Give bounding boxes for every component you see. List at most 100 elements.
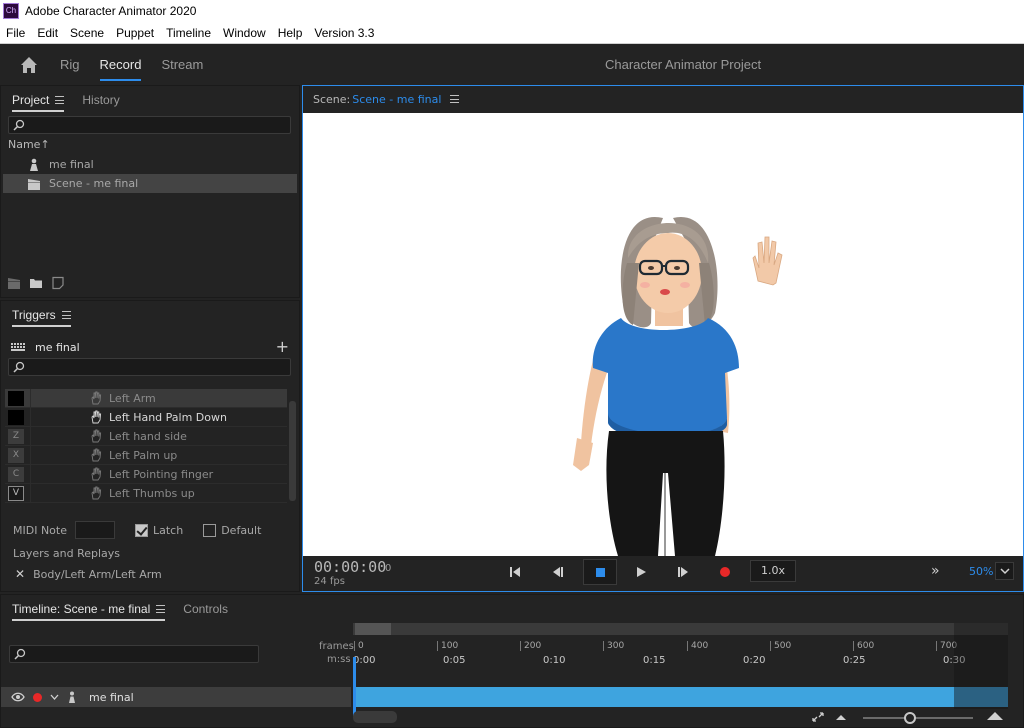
remove-layer-icon[interactable]: ✕	[15, 567, 25, 581]
zoom-dropdown[interactable]	[995, 562, 1014, 580]
trigger-key[interactable]: Z	[8, 428, 24, 444]
trigger-key[interactable]: X	[8, 447, 24, 463]
trigger-puppet-name: me final	[35, 340, 80, 354]
default-label: Default	[221, 523, 262, 537]
tab-controls[interactable]: Controls	[183, 595, 228, 623]
eye-icon[interactable]	[11, 692, 25, 702]
frame-tick: 0	[354, 641, 364, 651]
window-title: Adobe Character Animator 2020	[25, 4, 197, 18]
layer-entry: ✕ Body/Left Arm/Left Arm	[15, 567, 162, 581]
trigger-row[interactable]: Left Arm	[5, 389, 287, 408]
project-search-input[interactable]	[8, 116, 291, 134]
menu-version[interactable]: Version 3.3	[308, 26, 380, 40]
trigger-label: Left hand side	[109, 429, 187, 443]
scene-label: Scene:	[313, 92, 351, 106]
menu-file[interactable]: File	[0, 26, 31, 40]
search-icon	[13, 361, 25, 373]
go-to-start-icon[interactable]	[508, 565, 522, 579]
puppet-icon	[30, 158, 38, 171]
zoom-level[interactable]: 50%	[969, 565, 993, 578]
tab-stream[interactable]: Stream	[161, 45, 203, 85]
timeline-zoom-slider[interactable]	[863, 717, 973, 719]
stop-button[interactable]	[583, 559, 617, 585]
timeline-search-input[interactable]	[9, 645, 259, 663]
menu-puppet[interactable]: Puppet	[110, 26, 160, 40]
menu-edit[interactable]: Edit	[31, 26, 64, 40]
timeline-tab-label: Timeline: Scene - me final	[12, 602, 151, 616]
workspace-bar: Rig Record Stream Character Animator Pro…	[0, 45, 1024, 85]
latch-label: Latch	[153, 523, 184, 537]
trigger-key[interactable]: C	[8, 466, 24, 482]
menu-scene[interactable]: Scene	[64, 26, 110, 40]
tab-history[interactable]: History	[82, 86, 119, 114]
playhead[interactable]	[353, 657, 356, 717]
trigger-label: Left Thumbs up	[109, 486, 195, 500]
name-column-header[interactable]: Name↑	[8, 138, 50, 151]
record-button[interactable]	[720, 567, 730, 577]
latch-checkbox[interactable]	[135, 523, 148, 537]
row-divider	[30, 427, 31, 445]
expand-icon[interactable]	[811, 711, 825, 723]
trigger-row[interactable]: C Left Pointing finger	[5, 465, 287, 484]
scene-stage[interactable]	[303, 113, 1023, 556]
trigger-key[interactable]	[8, 409, 24, 425]
project-item-scene[interactable]: Scene - me final	[3, 174, 297, 193]
project-item-puppet[interactable]: me final	[3, 155, 297, 174]
default-checkbox[interactable]	[203, 523, 217, 537]
frame-tick: 500	[770, 641, 791, 651]
timecode[interactable]: 00:00:00	[314, 558, 386, 576]
trigger-row[interactable]: X Left Palm up	[5, 446, 287, 465]
play-icon[interactable]	[634, 565, 648, 579]
playback-speed-button[interactable]: 1.0x	[750, 560, 796, 582]
step-back-icon[interactable]	[551, 565, 565, 579]
add-trigger-button[interactable]: +	[276, 337, 289, 356]
panel-menu-icon[interactable]	[450, 95, 460, 103]
new-item-icon[interactable]	[51, 276, 65, 290]
midi-note-input[interactable]	[75, 521, 115, 539]
trigger-row[interactable]: V Left Thumbs up	[5, 484, 287, 503]
new-scene-icon[interactable]	[7, 276, 21, 290]
menu-window[interactable]: Window	[217, 26, 272, 40]
zoom-in-icon[interactable]	[986, 711, 1004, 721]
track-header[interactable]: me final	[1, 687, 351, 707]
record-arm-icon[interactable]	[33, 692, 42, 702]
frame-number: 0	[385, 563, 392, 574]
frame-tick: 100	[437, 641, 458, 651]
name-column-label: Name	[8, 138, 41, 151]
ruler-zoom-knob[interactable]	[355, 623, 391, 635]
home-icon[interactable]	[18, 54, 40, 76]
menu-help[interactable]: Help	[272, 26, 309, 40]
app-icon: Ch	[3, 3, 19, 19]
row-divider	[30, 408, 31, 426]
panel-menu-icon[interactable]	[156, 605, 166, 613]
time-ruler[interactable]: 0 100 200 300 400 500 600 700 0:00 0:05 …	[353, 623, 1008, 671]
trigger-key[interactable]: V	[8, 485, 24, 501]
ruler-zoom-bar[interactable]	[353, 623, 1008, 635]
tab-rig[interactable]: Rig	[60, 45, 80, 85]
chevron-down-icon[interactable]	[50, 694, 59, 700]
folder-icon[interactable]	[29, 276, 43, 290]
triggers-search-input[interactable]	[8, 358, 291, 376]
hand-icon	[91, 467, 102, 481]
row-divider	[30, 465, 31, 483]
menu-timeline[interactable]: Timeline	[160, 26, 217, 40]
tab-timeline[interactable]: Timeline: Scene - me final	[12, 595, 166, 623]
trigger-key[interactable]	[8, 390, 24, 406]
trigger-row[interactable]: Z Left hand side	[5, 427, 287, 446]
zoom-out-icon[interactable]	[835, 713, 847, 721]
project-item-label: me final	[49, 158, 94, 171]
tab-project[interactable]: Project	[12, 86, 65, 114]
tab-record[interactable]: Record	[99, 45, 141, 85]
more-controls-icon[interactable]: »	[931, 563, 940, 579]
timeline-zoom-knob[interactable]	[904, 712, 916, 724]
panel-menu-icon[interactable]	[61, 311, 71, 319]
menu-bar: File Edit Scene Puppet Timeline Window H…	[0, 22, 1024, 44]
timeline-scrollbar[interactable]	[353, 711, 397, 723]
panel-menu-icon[interactable]	[55, 96, 65, 104]
trigger-row[interactable]: Left Hand Palm Down	[5, 408, 287, 427]
step-forward-icon[interactable]	[676, 565, 690, 579]
tab-triggers[interactable]: Triggers	[12, 301, 71, 329]
track-bar[interactable]	[354, 687, 1008, 707]
clapper-icon	[28, 178, 40, 190]
trigger-list-scrollbar[interactable]	[289, 401, 296, 501]
